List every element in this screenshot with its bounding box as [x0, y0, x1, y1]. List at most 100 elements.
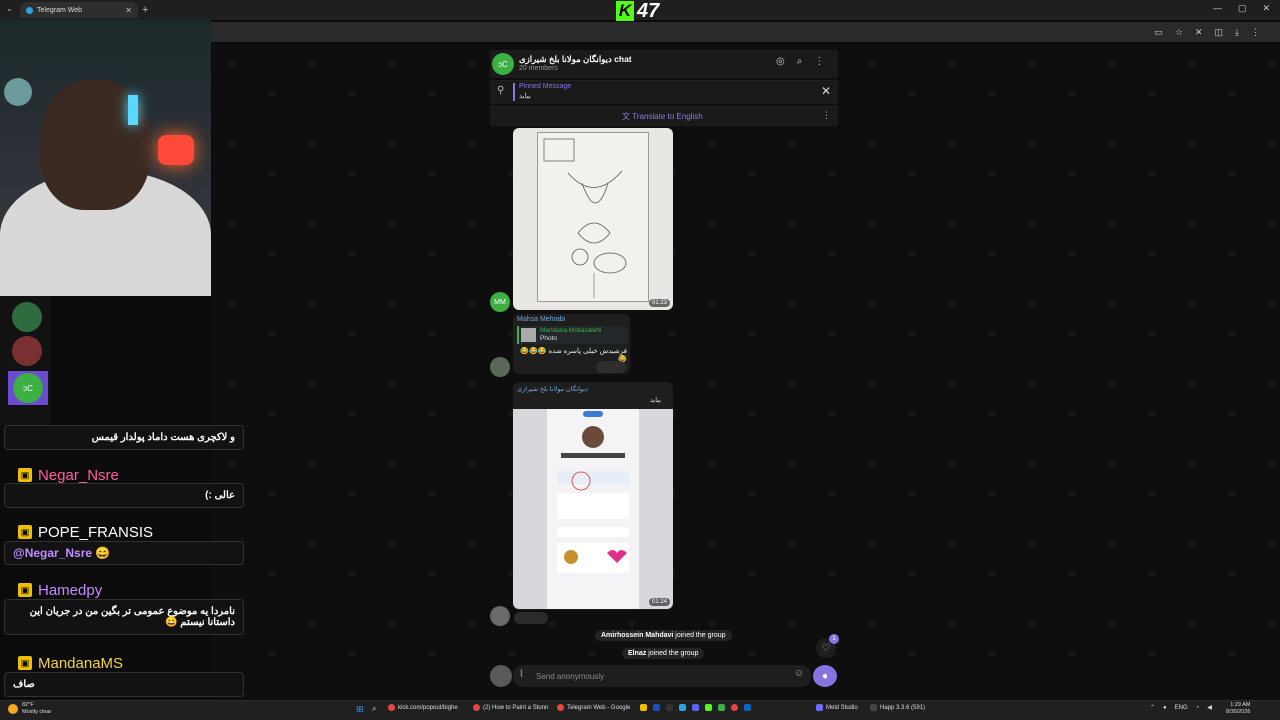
weather-widget[interactable]: 82°F Mostly clear [8, 702, 51, 716]
send-as-avatar[interactable] [490, 665, 512, 687]
tray-mic-icon[interactable]: ● [1163, 705, 1167, 711]
more-options-icon[interactable]: ⋮ [814, 56, 824, 67]
taskbar-app-meld[interactable]: Meld Studio [816, 704, 858, 711]
subscriber-badge-icon: ▣ [18, 583, 32, 597]
sender-avatar[interactable] [490, 357, 510, 377]
microphone [4, 78, 32, 106]
app-icon[interactable] [744, 704, 751, 711]
translate-button[interactable]: 文 Translate to English [622, 111, 703, 122]
clock-date: 8/30/2026 [1226, 709, 1251, 715]
forwarded-from[interactable]: دیوانگان مولانا بلخ شیرازی [517, 385, 588, 393]
taskbar-clock[interactable]: 1:29 AM 8/30/2026 [1226, 702, 1250, 716]
bookmark-star-icon[interactable]: ☆ [1175, 27, 1183, 38]
taskbar-app-telegram[interactable]: Telegram Web - Google [557, 704, 630, 711]
message-photo[interactable]: 01:23 [513, 128, 673, 310]
taskbar-app-happ[interactable]: Happ 3.3.6 (591) [870, 704, 925, 711]
subscriber-badge-icon: ▣ [18, 468, 32, 482]
search-taskbar-icon[interactable]: ⌕ [372, 704, 376, 714]
taskbar-pinned-apps [640, 704, 751, 711]
reply-type: Photo [540, 335, 557, 342]
chat-avatar-selected[interactable]: ɔC [13, 373, 43, 403]
reply-sender: Mandana Mollasalehi [540, 327, 602, 334]
service-message: Amirhossein Mahdavi joined the group [595, 630, 732, 641]
boost-icon[interactable]: ◎ [776, 56, 785, 67]
clock-time: 1:29 AM [1230, 702, 1251, 708]
close-pinned-icon[interactable]: ✕ [821, 84, 831, 98]
service-message: Elnaz joined the group [622, 648, 705, 659]
stream-chat-message: صاف [4, 672, 244, 697]
close-tab-icon[interactable]: ✕ [125, 6, 132, 15]
service-user[interactable]: Amirhossein Mahdavi [601, 632, 673, 639]
app-icon[interactable] [666, 704, 673, 711]
telegram-chat-list: ɔC [0, 296, 50, 426]
stream-chat-message: و لاکچری هست داماد پولدار قیمس [4, 425, 244, 450]
pinned-text: بیاید [519, 93, 531, 100]
chat-avatar[interactable] [12, 336, 42, 366]
cast-icon[interactable]: ▭ [1154, 27, 1163, 38]
chat-avatar[interactable] [12, 302, 42, 332]
stream-chat-message: @Negar_Nsre 😄 [4, 541, 244, 565]
reaction-chip[interactable] [596, 361, 626, 373]
chrome-icon[interactable] [731, 704, 738, 711]
file-explorer-icon[interactable] [640, 704, 647, 711]
sketch-drawing [537, 132, 649, 302]
weather-desc: Mostly clear [22, 709, 52, 715]
blue-light [128, 95, 138, 125]
network-icon[interactable]: ◔ [1196, 705, 1200, 711]
pin-icon[interactable]: ⚲ [497, 85, 504, 96]
extension-icon[interactable]: ✕ [1195, 27, 1203, 38]
translate-menu-icon[interactable]: ⋮ [822, 110, 831, 121]
telegram-icon[interactable] [679, 704, 686, 711]
tab-search-icon[interactable]: ⌄ [6, 4, 13, 13]
reply-thumbnail [521, 328, 536, 342]
chat-title[interactable]: دیوانگان مولانا بلخ شیرازی chat [519, 54, 632, 65]
kick-logo-number: 47 [637, 0, 660, 22]
unread-badge: 1 [829, 634, 839, 644]
chrome-icon [388, 704, 395, 711]
new-tab-button[interactable]: + [142, 4, 148, 16]
neon-light [158, 135, 194, 165]
sender-avatar[interactable]: MM [490, 292, 510, 312]
telegram-favicon-icon [26, 6, 33, 14]
happ-icon [870, 704, 877, 711]
header-actions: ◎ ⌕ ⋮ [776, 56, 824, 67]
translate-icon: 文 [622, 112, 633, 121]
reaction-chip[interactable] [514, 612, 548, 624]
kick-icon[interactable] [705, 704, 712, 711]
close-window-button[interactable]: ✕ [1262, 3, 1270, 14]
app-icon[interactable] [718, 704, 725, 711]
message-input[interactable] [536, 669, 766, 683]
volume-icon[interactable]: ◀ [1207, 704, 1212, 711]
sender-avatar[interactable] [490, 606, 510, 626]
message-photo[interactable]: 01:24 [513, 409, 673, 609]
language-indicator[interactable]: ENG [1175, 705, 1188, 711]
message-sender[interactable]: Mahsa Mehrabi [517, 316, 565, 323]
start-button[interactable]: ⊞ [356, 704, 364, 715]
maximize-button[interactable]: ▢ [1238, 3, 1247, 14]
tab-telegram-web[interactable]: Telegram Web ✕ [20, 2, 138, 18]
minimize-button[interactable]: — [1213, 3, 1222, 14]
pinned-label: Pinned Message [519, 83, 572, 90]
pinned-indicator [513, 83, 515, 101]
microphone-icon[interactable]: ● [813, 665, 837, 687]
attach-icon[interactable]: ⌇ [519, 669, 524, 680]
download-icon[interactable]: ⤓ [1235, 27, 1239, 38]
weather-moon-icon [8, 704, 18, 714]
stream-chat-message: عالی :) [4, 483, 244, 508]
taskbar-app-youtube[interactable]: (2) How to Paint a Stunn [473, 704, 548, 711]
discord-icon[interactable] [692, 704, 699, 711]
member-count: 20 members [519, 65, 558, 72]
search-icon[interactable]: ⌕ [797, 56, 803, 67]
group-avatar[interactable]: ɔC [492, 53, 514, 75]
extensions-puzzle-icon[interactable]: ◫ [1215, 27, 1224, 38]
chat-background [212, 44, 1280, 700]
window-controls: — ▢ ✕ [1213, 3, 1270, 14]
tray-chevron-icon[interactable]: ⌃ [1150, 704, 1155, 711]
chrome-icon [557, 704, 564, 711]
more-menu-icon[interactable]: ⋮ [1251, 27, 1260, 38]
taskbar-app-kick[interactable]: kick.com/popout/bighe [388, 704, 458, 711]
emoji-icon[interactable]: ☺ [794, 668, 804, 679]
chrome-icon [473, 704, 480, 711]
service-user[interactable]: Elnaz [628, 650, 646, 657]
app-icon[interactable] [653, 704, 660, 711]
